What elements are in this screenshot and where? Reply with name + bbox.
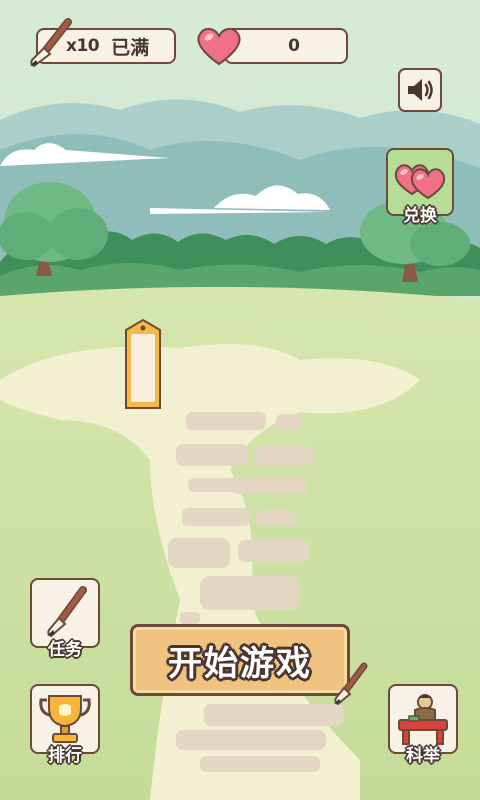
exam-label: 科举 bbox=[406, 746, 440, 766]
blank-tag-icon bbox=[122, 318, 164, 412]
hearts-value: 0 bbox=[288, 36, 300, 56]
exchange-button[interactable]: 兑换 bbox=[386, 148, 454, 226]
start-game-button[interactable]: 开始游戏 bbox=[130, 624, 350, 696]
exam-button[interactable]: 科举 bbox=[388, 684, 458, 766]
brush-icon bbox=[47, 586, 87, 638]
brush-icon bbox=[24, 18, 74, 70]
scholar-desk-icon bbox=[398, 694, 448, 745]
brush-status: 已满 bbox=[111, 36, 150, 59]
speaker-icon bbox=[408, 79, 433, 101]
hearts-icon bbox=[394, 164, 446, 200]
brush-icon bbox=[330, 662, 370, 706]
ranking-button[interactable]: 排行 bbox=[30, 684, 100, 766]
tasks-button[interactable]: 任务 bbox=[30, 578, 100, 660]
trophy-icon bbox=[39, 695, 91, 743]
ranking-label: 排行 bbox=[48, 746, 82, 766]
tasks-label: 任务 bbox=[48, 640, 82, 660]
heart-icon bbox=[194, 24, 244, 68]
exchange-label: 兑换 bbox=[403, 206, 437, 226]
start-game-label: 开始游戏 bbox=[168, 643, 312, 684]
sound-button[interactable] bbox=[398, 68, 442, 112]
